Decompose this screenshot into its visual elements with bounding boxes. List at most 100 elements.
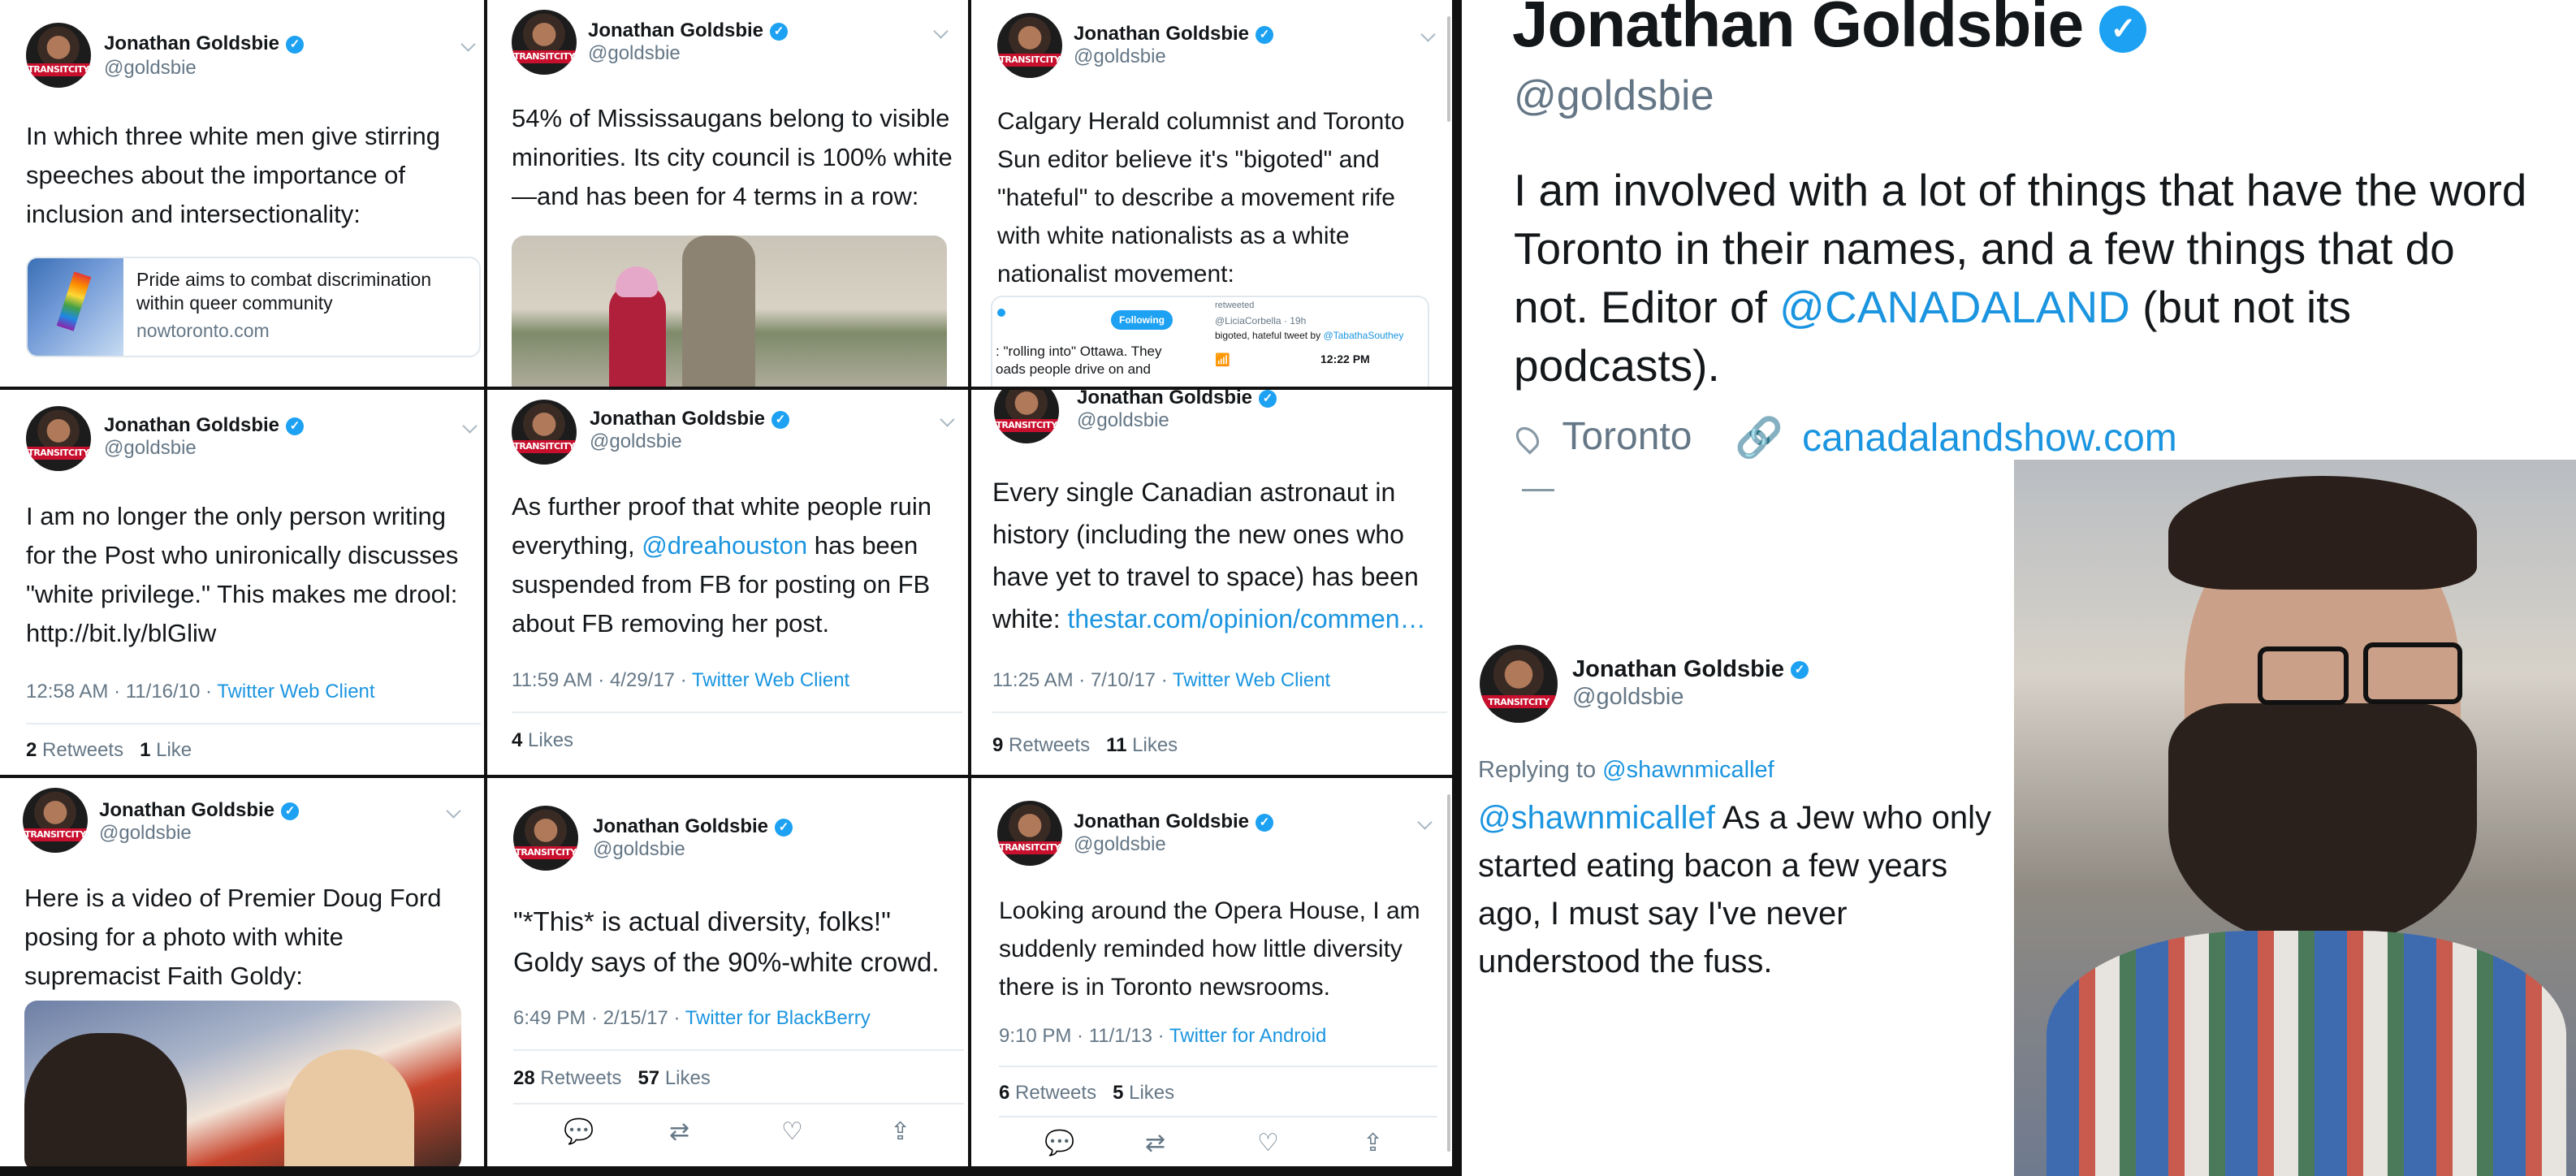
chevron-down-icon[interactable]: [933, 24, 949, 39]
like-icon[interactable]: ♡: [1257, 1129, 1279, 1157]
tweet-text: In which three white men give stirring s…: [26, 122, 441, 228]
author-name-text: Jonathan Goldsbie: [99, 799, 275, 821]
tweet-card-7: TRANSITCITY Jonathan Goldsbie ✓ @goldsbie…: [0, 778, 484, 1166]
crowd-figure: [24, 1033, 187, 1166]
tweet-source-link[interactable]: Twitter for BlackBerry: [685, 1007, 871, 1029]
avatar[interactable]: TRANSITCITY: [513, 806, 578, 871]
avatar[interactable]: TRANSITCITY: [1480, 645, 1558, 723]
author-name[interactable]: Jonathan Goldsbie ✓: [593, 815, 793, 838]
tweet-stats[interactable]: 2 Retweets 1 Like: [26, 739, 192, 762]
tweet-timestamp: 11:59 AM · 4/29/17 · Twitter Web Client: [512, 669, 850, 691]
verified-badge-icon: ✓: [286, 417, 305, 435]
avatar[interactable]: TRANSITCITY: [997, 13, 1062, 78]
profile-name: Jonathan Goldsbie ✓: [1512, 0, 2147, 62]
author-name[interactable]: Jonathan Goldsbie ✓: [1074, 23, 1274, 45]
divider: [992, 711, 1447, 713]
verified-badge-icon: ✓: [281, 802, 300, 820]
tweet-source-link[interactable]: Twitter for Android: [1169, 1025, 1326, 1047]
location-text: Toronto: [1562, 415, 1692, 458]
tweet-text: As further proof that white people ruin …: [512, 492, 931, 638]
tweet-stats[interactable]: 9 Retweets 11 Likes: [992, 734, 1178, 757]
tweet-actions: 💬 ⇄ ♡ ⇪: [487, 1118, 968, 1150]
verified-badge-icon: ✓: [1256, 25, 1274, 44]
canadaland-mention-link[interactable]: @CANADALAND: [1779, 282, 2130, 332]
child-figure: [609, 284, 666, 387]
tweet-video[interactable]: [24, 1001, 461, 1166]
tweet-card-3: TRANSITCITY Jonathan Goldsbie ✓ @goldsbie…: [971, 0, 1452, 387]
avatar[interactable]: TRANSITCITY: [26, 406, 91, 471]
share-icon[interactable]: ⇪: [890, 1118, 910, 1146]
tweet-text: 54% of Mississaugans belong to visible m…: [512, 104, 953, 210]
tweet-source-link[interactable]: Twitter Web Client: [1173, 669, 1330, 691]
tweet-source-link[interactable]: Twitter Web Client: [692, 669, 849, 691]
link-card-image: [28, 258, 123, 356]
author-name-text: Jonathan Goldsbie: [1077, 390, 1253, 409]
chevron-down-icon[interactable]: [1417, 815, 1433, 830]
profile-website: 🔗 canadalandshow.com: [1735, 414, 2177, 460]
divider: [513, 1103, 964, 1105]
author-name[interactable]: Jonathan Goldsbie ✓: [1572, 656, 1809, 683]
author-name[interactable]: Jonathan Goldsbie ✓: [1074, 811, 1274, 833]
tweet-stats[interactable]: 28 Retweets 57 Likes: [513, 1067, 711, 1090]
author-handle: @goldsbie: [104, 437, 197, 459]
avatar[interactable]: TRANSITCITY: [997, 801, 1062, 866]
share-icon[interactable]: ⇪: [1363, 1129, 1383, 1157]
avatar[interactable]: TRANSITCITY: [512, 10, 577, 75]
author-name[interactable]: Jonathan Goldsbie ✓: [104, 414, 305, 437]
verified-badge-icon: ✓: [1256, 813, 1274, 832]
author-handle: @goldsbie: [1572, 684, 1684, 710]
chevron-down-icon[interactable]: [1420, 27, 1436, 42]
chevron-down-icon[interactable]: [446, 803, 461, 819]
tweet-text: Here is a video of Premier Doug Ford pos…: [24, 884, 442, 990]
avatar[interactable]: TRANSITCITY: [23, 788, 88, 853]
reply-icon[interactable]: 💬: [564, 1118, 594, 1146]
author-handle: @goldsbie: [99, 822, 192, 844]
author-handle: @goldsbie: [588, 42, 681, 64]
article-link[interactable]: thestar.com/opinion/commen…: [1067, 604, 1425, 633]
embedded-tweet-screenshot[interactable]: Following : "rolling into" Ottawa. They …: [991, 296, 1429, 387]
wifi-icon: 📶: [1215, 353, 1230, 367]
retweet-icon[interactable]: ⇄: [669, 1118, 689, 1146]
plaid-shirt: [2047, 931, 2566, 1176]
tweet-stats[interactable]: 4 Likes: [512, 729, 573, 752]
author-name-text: Jonathan Goldsbie: [593, 815, 769, 837]
like-icon[interactable]: ♡: [781, 1118, 803, 1146]
reply-icon[interactable]: 💬: [1044, 1129, 1074, 1157]
scrollbar[interactable]: [1447, 794, 1450, 1152]
scrollbar[interactable]: [1447, 16, 1450, 122]
author-name[interactable]: Jonathan Goldsbie ✓: [588, 19, 789, 42]
profile-bio: I am involved with a lot of things that …: [1514, 165, 2527, 391]
author-name[interactable]: Jonathan Goldsbie ✓: [104, 32, 305, 55]
chevron-down-icon[interactable]: [940, 412, 955, 427]
tweet-text: Looking around the Opera House, I am sud…: [999, 897, 1420, 1001]
mention-link[interactable]: @dreahouston: [642, 531, 807, 560]
tweet-photo[interactable]: [512, 236, 947, 387]
author-handle: @goldsbie: [1074, 833, 1166, 855]
mention-link[interactable]: @shawnmicallef: [1478, 800, 1715, 836]
author-name[interactable]: Jonathan Goldsbie ✓: [590, 408, 790, 430]
link-card[interactable]: Pride aims to combat discrimination with…: [26, 257, 481, 357]
tweet-actions: 💬 ⇄ ♡ ⇪: [971, 1129, 1452, 1161]
author-name-text: Jonathan Goldsbie: [1572, 656, 1785, 682]
author-name[interactable]: Jonathan Goldsbie ✓: [99, 799, 300, 822]
replying-to-link[interactable]: @shawnmicallef: [1602, 757, 1774, 783]
beard: [2168, 703, 2477, 947]
rainbow-flag-icon: [56, 271, 92, 331]
chevron-down-icon[interactable]: [460, 37, 476, 52]
avatar[interactable]: TRANSITCITY: [512, 400, 577, 465]
chevron-down-icon[interactable]: [462, 418, 478, 434]
author-handle: @goldsbie: [590, 430, 682, 452]
website-link[interactable]: canadalandshow.com: [1802, 417, 2177, 460]
author-name[interactable]: Jonathan Goldsbie ✓: [1077, 390, 1277, 409]
tweet-source-link[interactable]: Twitter Web Client: [217, 681, 374, 703]
tweet-text: I am no longer the only person writing f…: [26, 502, 459, 647]
embed-snippet: bigoted, hateful tweet by @TabathaSouthe…: [1215, 330, 1404, 341]
avatar[interactable]: TRANSITCITY: [994, 390, 1059, 443]
link-card-title: Pride aims to combat discrimination with…: [136, 269, 432, 313]
hair: [2168, 476, 2477, 590]
author-name-text: Jonathan Goldsbie: [588, 19, 764, 41]
retweet-icon[interactable]: ⇄: [1145, 1129, 1165, 1157]
avatar[interactable]: TRANSITCITY: [26, 23, 91, 88]
tweet-stats[interactable]: 6 Retweets 5 Likes: [999, 1082, 1174, 1105]
following-button[interactable]: Following: [1111, 310, 1173, 330]
